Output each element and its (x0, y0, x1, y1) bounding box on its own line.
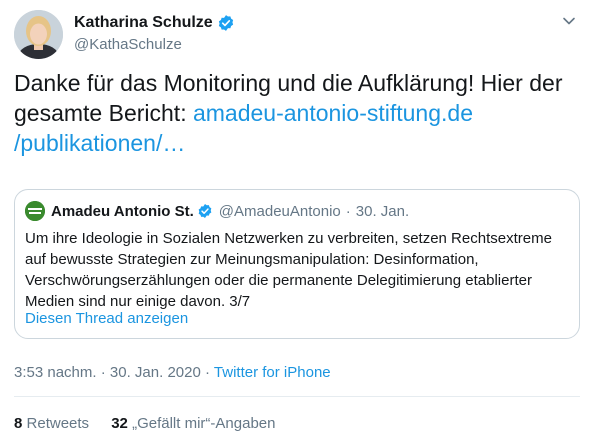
quoted-separator: · (345, 202, 351, 220)
tweet-header: Katharina Schulze @KathaSchulze (14, 10, 580, 60)
quoted-author-name: Amadeu Antonio St. (51, 202, 194, 220)
tweet-link-line2: /publikationen/… (14, 130, 186, 156)
verified-badge-icon (218, 15, 233, 31)
chevron-down-icon[interactable] (560, 12, 578, 30)
tweet-source-link[interactable]: Twitter for iPhone (214, 364, 331, 381)
show-thread-link[interactable]: Diesen Thread anzeigen (25, 310, 188, 327)
retweets-count: 8 (14, 415, 23, 432)
tweet-stats: 8 Retweets 32 „Gefällt mir“-Angaben (14, 415, 293, 432)
quoted-tweet-header: Amadeu Antonio St. @AmadeuAntonio · 30. … (25, 201, 409, 221)
tweet-link-line1: amadeu-antonio-stiftung.de (192, 100, 473, 126)
quoted-author-handle: @AmadeuAntonio (218, 202, 341, 220)
tweet-meta: 3:53 nachm. · 30. Jan. 2020 · Twitter fo… (14, 364, 331, 381)
author-handle[interactable]: @KathaSchulze (74, 36, 182, 53)
meta-separator: · (100, 364, 106, 381)
quoted-date: 30. Jan. (355, 202, 410, 220)
likes-stat[interactable]: 32 „Gefällt mir“-Angaben (111, 415, 275, 432)
divider (14, 396, 580, 397)
author-name-row: Katharina Schulze (74, 14, 235, 32)
tweet-card: Katharina Schulze @KathaSchulze Danke fü… (0, 0, 594, 444)
author-avatar[interactable] (14, 10, 63, 59)
retweets-label: Retweets (26, 415, 90, 432)
meta-separator: · (205, 364, 210, 381)
verified-badge-icon (198, 204, 212, 218)
tweet-text: Danke für das Monitoring und die Aufklär… (14, 68, 584, 158)
quoted-tweet-text: Um ihre Ideologie in Sozialen Netzwerken… (25, 230, 552, 310)
quoted-tweet[interactable]: Amadeu Antonio St. @AmadeuAntonio · 30. … (14, 189, 580, 339)
retweets-stat[interactable]: 8 Retweets (14, 415, 89, 432)
quoted-author-avatar (25, 201, 45, 221)
tweet-time[interactable]: 3:53 nachm. (14, 364, 97, 381)
likes-count: 32 (111, 415, 128, 432)
tweet-date[interactable]: 30. Jan. 2020 (110, 364, 201, 381)
likes-label: „Gefällt mir“-Angaben (132, 415, 276, 432)
author-name[interactable]: Katharina Schulze (74, 14, 213, 32)
